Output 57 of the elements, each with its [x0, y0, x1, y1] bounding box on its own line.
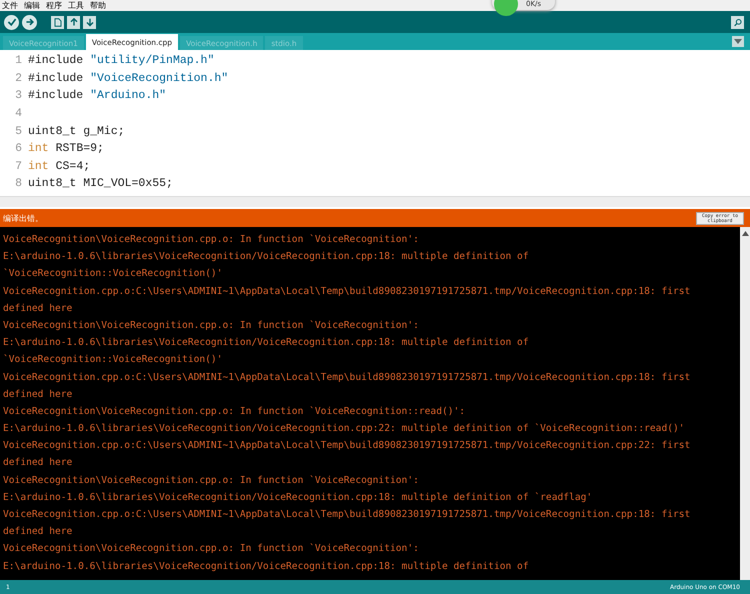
check-icon — [6, 17, 16, 27]
tab-menu-button[interactable] — [732, 36, 744, 47]
line-number: 1 — [14, 54, 23, 68]
search-icon — [734, 18, 742, 26]
menu-item[interactable]: 工具 — [68, 0, 84, 10]
code-line: #include "VoiceRecognition.h" — [28, 72, 228, 85]
line-number: 6 — [14, 142, 23, 156]
line-number: 5 — [14, 124, 23, 138]
console-line: VoiceRecognition\VoiceRecognition.cpp.o: In function `VoiceRecognition::read()': — [2, 404, 466, 419]
console-line: VoiceRecognition.cpp.o:C:\Users\ADMINI~1\AppData\Local\Temp\build8908230197191725871.tmp/VoiceRecognition.cpp:18: first — [2, 508, 692, 522]
save-button[interactable] — [83, 16, 96, 28]
menu-item[interactable]: 程序 — [46, 0, 62, 10]
code-line: #include "Arduino.h" — [28, 89, 166, 102]
line-number: 7 — [14, 160, 23, 173]
menu-item[interactable]: 文件 — [2, 0, 18, 10]
document-icon — [54, 18, 62, 26]
console-line: defined here — [2, 456, 74, 470]
console-line: VoiceRecognition\VoiceRecognition.cpp.o: In function `VoiceRecognition': — [2, 318, 420, 333]
console-line: E:\arduino-1.0.6\libraries\VoiceRecognition/VoiceRecognition.cpp:18: multiple definition of — [2, 560, 530, 574]
error-message: 编译出错。 — [3, 212, 43, 224]
console-line: `VoiceRecognition::VoiceRecognition()' — [2, 267, 224, 282]
code-line: uint8_t MIC_VOL=0x55; — [28, 177, 173, 190]
console-line: defined here — [2, 388, 74, 402]
menu-item[interactable]: 帮助 — [90, 0, 106, 10]
console-line: E:\arduino-1.0.6\libraries\VoiceRecognition/VoiceRecognition.cpp:22: multiple definition of `VoiceRecognition::read()' — [2, 422, 686, 436]
console-line: defined here — [2, 525, 74, 540]
open-button[interactable] — [67, 16, 80, 28]
code-line: #include "utility/PinMap.h" — [28, 54, 214, 68]
line-number: 8 — [14, 177, 23, 190]
right-arrow-icon — [24, 17, 34, 27]
console-line: VoiceRecognition.cpp.o:C:\Users\ADMINI~1\AppData\Local\Temp\build8908230197191725871.tmp/VoiceRecognition.cpp:22: first — [2, 439, 692, 454]
serial-monitor-button[interactable] — [731, 16, 744, 28]
console-line: E:\arduino-1.0.6\libraries\VoiceRecognition/VoiceRecognition.cpp:18: multiple definition of — [2, 336, 530, 350]
new-file-button[interactable] — [51, 16, 64, 28]
up-caret-icon — [742, 231, 748, 236]
code-line: int CS=4; — [28, 160, 90, 173]
console-line: `VoiceRecognition::VoiceRecognition()' — [2, 353, 224, 368]
console-line: VoiceRecognition.cpp.o:C:\Users\ADMINI~1\AppData\Local\Temp\build8908230197191725871.tmp/VoiceRecognition.cpp:18: first — [2, 284, 692, 299]
console-line: VoiceRecognition\VoiceRecognition.cpp.o: In function `VoiceRecognition': — [2, 474, 420, 488]
caret-icon — [734, 39, 742, 44]
code-line: int RSTB=9; — [28, 142, 104, 156]
console-line: VoiceRecognition\VoiceRecognition.cpp.o: In function `VoiceRecognition': — [2, 542, 420, 556]
verify-button[interactable] — [4, 14, 19, 30]
console-line: VoiceRecognition\VoiceRecognition.cpp.o: In function `VoiceRecognition': — [2, 233, 420, 247]
console-line: VoiceRecognition.cpp.o:C:\Users\ADMINI~1\AppData\Local\Temp\build8908230197191725871.tmp/VoiceRecognition.cpp:18: first — [2, 370, 692, 384]
code-editor[interactable]: 1 #include "utility/PinMap.h" 2 #include "VoiceRecognition.h" 3 #include "Arduino.h" 4 5 uint8_t g_Mic; 6 int RSTB=9; 7 int CS=4; 8 uint8_t MIC_VOL=0x55; — [0, 50, 750, 196]
console-line: E:\arduino-1.0.6\libraries\VoiceRecognition/VoiceRecognition.cpp:18: multiple definition of `readflag' — [2, 490, 594, 505]
up-arrow-icon — [70, 18, 78, 26]
menu-item[interactable]: 编辑 — [24, 0, 40, 10]
line-number: 4 — [14, 107, 23, 120]
console-line: defined here — [2, 302, 74, 316]
down-arrow-icon — [86, 18, 94, 26]
code-line: uint8_t g_Mic; — [28, 124, 125, 138]
upload-button[interactable] — [22, 14, 37, 30]
line-number: 3 — [14, 89, 23, 102]
console-line: E:\arduino-1.0.6\libraries\VoiceRecognition/VoiceRecognition.cpp:18: multiple definition of — [2, 250, 530, 264]
line-number: 2 — [14, 72, 23, 85]
